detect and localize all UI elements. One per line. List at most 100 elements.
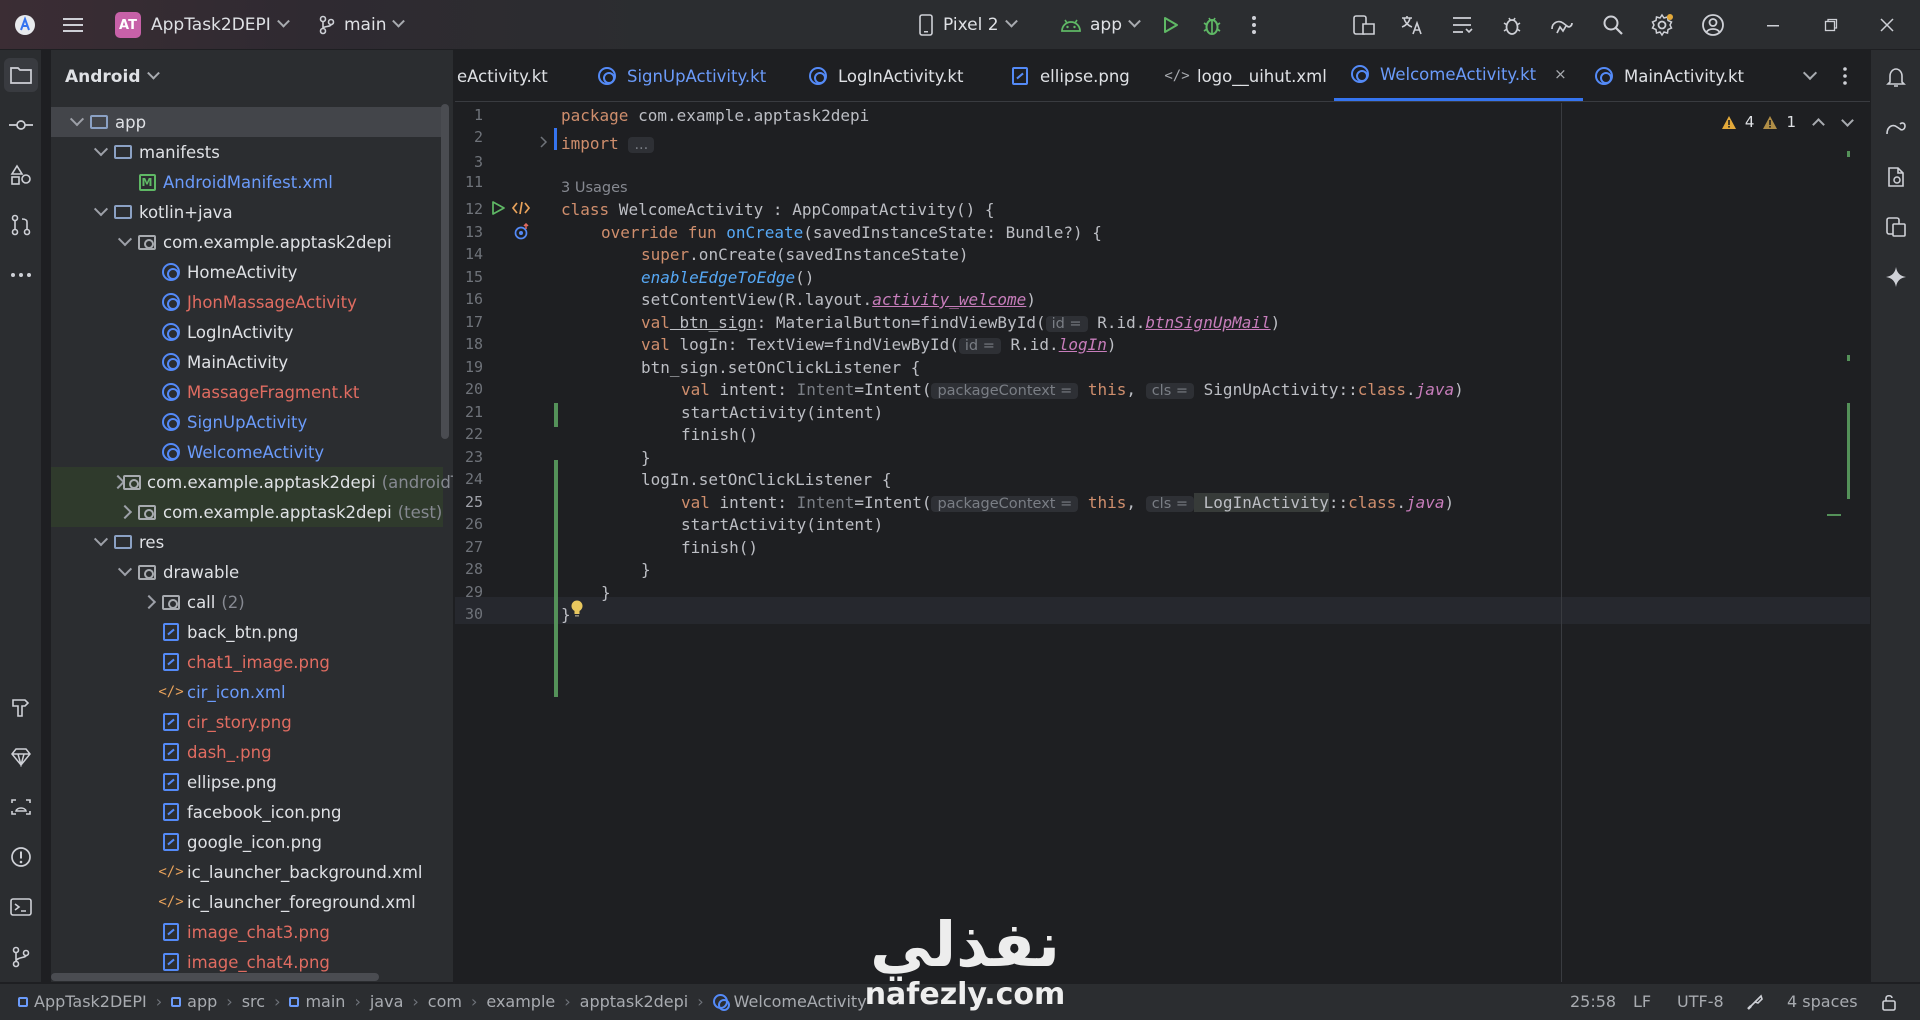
tree-expander[interactable] (113, 232, 137, 247)
folded-imports[interactable]: ... (628, 137, 655, 153)
device-manager-icon[interactable] (1351, 12, 1377, 38)
tree-expander[interactable] (89, 142, 113, 157)
code-editor[interactable]: 4 1 1 2 3 11 12 13 14 15 16 17 18 19 20 21 22 23 24 25 26 2… (455, 103, 1870, 982)
previous-highlight-chevron-up-icon[interactable] (1812, 117, 1825, 131)
run-gutter-icon[interactable] (490, 200, 506, 216)
usages-hint[interactable]: 3 Usages (561, 180, 628, 196)
gemini-diamond-icon[interactable] (4, 740, 38, 774)
app-inspection-icon[interactable] (4, 790, 38, 824)
resource-manager-icon[interactable] (4, 158, 38, 192)
tab-loginactivity-kt[interactable]: LogInActivity.kt (808, 50, 963, 101)
tree-item[interactable]: drawable (51, 557, 443, 587)
tree-item[interactable]: image_chat3.png (51, 917, 443, 947)
tree-item[interactable]: M AndroidManifest.xml (51, 167, 443, 197)
project-view-selector[interactable]: Android (65, 64, 160, 90)
more-actions-icon[interactable] (1241, 12, 1267, 38)
commit-icon[interactable] (4, 108, 38, 142)
chevron-down-icon[interactable] (117, 562, 133, 577)
tree-item[interactable]: WelcomeActivity (51, 437, 443, 467)
branch-selector[interactable]: main (318, 0, 406, 50)
version-control-icon[interactable] (4, 940, 38, 974)
breadcrumb-item[interactable]: java (370, 992, 404, 1011)
tree-item[interactable]: cir_story.png (51, 707, 443, 737)
terminal-icon[interactable] (4, 890, 38, 924)
chevron-down-icon[interactable] (69, 112, 85, 127)
tree-expander[interactable] (113, 504, 137, 520)
tree-item[interactable]: call (2) (51, 587, 443, 617)
tree-item[interactable]: manifests (51, 137, 443, 167)
build-hammer-icon[interactable] (4, 690, 38, 724)
tab-welcomeactivity-kt[interactable]: WelcomeActivity.kt × (1334, 50, 1583, 101)
pull-requests-icon[interactable] (4, 208, 38, 242)
settings-gear-icon[interactable] (1649, 12, 1675, 38)
gradle-elephant-icon[interactable] (1879, 110, 1913, 144)
tree-expander[interactable] (137, 594, 161, 610)
chevron-down-icon[interactable] (93, 142, 109, 157)
tree-item[interactable]: app (51, 107, 443, 137)
chevron-down-icon[interactable] (93, 532, 109, 547)
run-config-selector[interactable]: app (1060, 0, 1141, 50)
tree-item[interactable]: HomeActivity (51, 257, 443, 287)
breadcrumb-item[interactable]: AppTask2DEPI (18, 992, 147, 1011)
line-separator[interactable]: LF (1633, 992, 1651, 1011)
read-only-brush-icon[interactable] (1746, 993, 1764, 1011)
chevron-down-icon[interactable] (117, 232, 133, 247)
breadcrumb-item[interactable]: example (486, 992, 555, 1011)
chevron-right-icon[interactable] (117, 504, 133, 520)
breadcrumb-item[interactable]: WelcomeActivity (712, 992, 867, 1011)
tree-item[interactable]: dash_.png (51, 737, 443, 767)
device-explorer-icon[interactable] (1879, 160, 1913, 194)
main-menu-icon[interactable] (60, 12, 86, 38)
tree-item[interactable]: SignUpActivity (51, 407, 443, 437)
override-gutter-icon[interactable] (513, 223, 531, 241)
notifications-bell-icon[interactable] (1879, 60, 1913, 94)
sync-gradle-icon[interactable] (1549, 12, 1575, 38)
debug-icon[interactable] (1199, 12, 1225, 38)
intention-lightbulb-icon[interactable] (569, 599, 585, 619)
running-devices-icon[interactable] (1879, 210, 1913, 244)
tree-item[interactable]: </> ic_launcher_background.xml (51, 857, 443, 887)
problems-icon[interactable] (4, 840, 38, 874)
tree-expander[interactable] (65, 112, 89, 127)
android-studio-logo-icon[interactable] (12, 12, 38, 38)
close-icon[interactable] (1874, 12, 1900, 38)
indent-setting[interactable]: 4 spaces (1787, 992, 1858, 1011)
run-icon[interactable] (1157, 12, 1183, 38)
tree-item[interactable]: </> cir_icon.xml (51, 677, 443, 707)
tabs-overflow-chevron-icon[interactable] (1802, 65, 1818, 81)
tree-item[interactable]: LogInActivity (51, 317, 443, 347)
project-tree-horizontal-scrollbar[interactable] (51, 973, 379, 981)
breadcrumb-item[interactable]: com (428, 992, 462, 1011)
restore-icon[interactable] (1818, 12, 1844, 38)
tree-item[interactable]: google_icon.png (51, 827, 443, 857)
tree-item[interactable]: </> ic_launcher_foreground.xml (51, 887, 443, 917)
tree-item[interactable]: JhonMassageActivity (51, 287, 443, 317)
tree-item[interactable]: com.example.apptask2depi (test) (51, 497, 443, 527)
tree-item[interactable]: res (51, 527, 443, 557)
more-tool-windows-icon[interactable] (4, 258, 38, 292)
chevron-down-icon[interactable] (93, 202, 109, 217)
project-selector[interactable]: AT AppTask2DEPI (115, 0, 290, 50)
tab-logo-uihut-xml[interactable]: </> logo__uihut.xml (1164, 50, 1326, 101)
breadcrumb-item[interactable]: app (171, 992, 217, 1011)
tree-item[interactable]: kotlin+java (51, 197, 443, 227)
translate-icon[interactable] (1399, 12, 1425, 38)
bug-report-icon[interactable] (1499, 12, 1525, 38)
tree-item[interactable]: com.example.apptask2depi (androidT (51, 467, 453, 497)
gemini-sparkle-icon[interactable] (1879, 260, 1913, 294)
tree-expander[interactable] (113, 562, 137, 577)
project-tree-vertical-scrollbar[interactable] (441, 104, 449, 439)
chevron-right-icon[interactable] (141, 594, 157, 610)
tab-signupactivity-kt[interactable]: SignUpActivity.kt (597, 50, 766, 101)
breadcrumb-item[interactable]: src (242, 992, 265, 1011)
device-selector[interactable]: Pixel 2 (918, 0, 1018, 50)
tab-mainactivity-kt[interactable]: MainActivity.kt (1594, 50, 1744, 101)
tree-item[interactable]: com.example.apptask2depi (51, 227, 443, 257)
minimize-icon[interactable] (1760, 12, 1786, 38)
tree-item[interactable]: MassageFragment.kt (51, 377, 443, 407)
tree-item[interactable]: MainActivity (51, 347, 443, 377)
tree-item[interactable]: back_btn.png (51, 617, 443, 647)
tree-item[interactable]: chat1_image.png (51, 647, 443, 677)
search-icon[interactable] (1600, 12, 1626, 38)
project-view-folder-icon[interactable] (4, 58, 38, 92)
